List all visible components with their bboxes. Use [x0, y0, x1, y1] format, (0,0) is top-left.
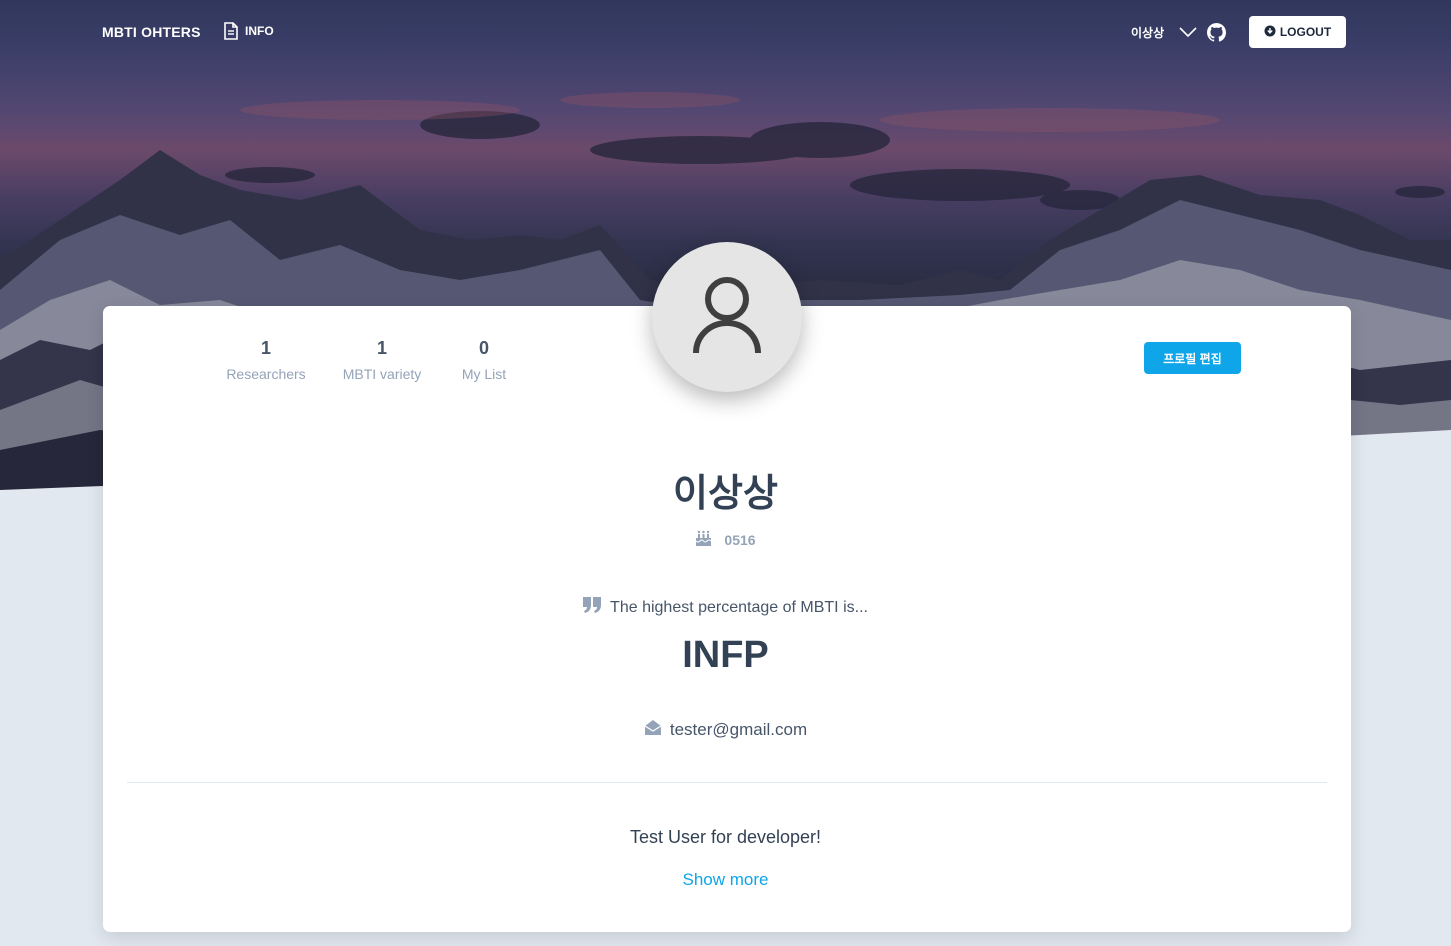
nav-user-name[interactable]: 이상상 — [1131, 24, 1164, 41]
stat-label: My List — [461, 366, 507, 382]
brand-link[interactable]: MBTI OHTERS — [102, 24, 201, 40]
stat-label: Researchers — [226, 366, 306, 382]
stat-label: MBTI variety — [342, 366, 422, 382]
birthday-cake-icon — [695, 530, 712, 550]
mbti-quote-row: The highest percentage of MBTI is... — [0, 597, 1451, 618]
profile-name: 이상상 — [673, 473, 778, 515]
envelope-open-icon — [644, 719, 662, 741]
file-icon — [223, 22, 239, 40]
show-more-row: Show more — [0, 870, 1451, 890]
user-avatar-icon — [691, 275, 763, 360]
birthday-value: 0516 — [724, 532, 756, 548]
edit-profile-button[interactable]: 프로필 편집 — [1144, 342, 1241, 374]
profile-bio: Test User for developer! — [629, 827, 822, 847]
section-divider — [127, 782, 1327, 783]
email-text: tester@gmail.com — [669, 720, 808, 739]
mbti-type: INFP — [682, 634, 769, 676]
stat-value: 1 — [260, 338, 271, 358]
email-row: tester@gmail.com — [0, 719, 1451, 741]
birthday-row: 0516 — [0, 530, 1451, 550]
quote-icon — [583, 597, 602, 618]
mbti-quote-text: The highest percentage of MBTI is... — [610, 598, 868, 616]
nav-info-link[interactable]: INFO — [223, 22, 274, 40]
stat-value: 1 — [376, 338, 387, 358]
logout-button[interactable]: LOGOUT — [1249, 16, 1346, 48]
stat-value: 0 — [478, 338, 489, 358]
stat-researchers: 1 Researchers — [211, 338, 321, 382]
logout-label: LOGOUT — [1279, 25, 1332, 39]
stat-mbti-variety: 1 MBTI variety — [327, 338, 437, 382]
download-circle-icon — [1264, 25, 1276, 40]
nav-info-label: INFO — [245, 24, 274, 38]
chevron-down-icon[interactable] — [1179, 25, 1197, 43]
top-navbar: MBTI OHTERS INFO 이상상 LOGOUT — [0, 0, 1451, 64]
profile-avatar — [652, 242, 802, 392]
stat-my-list: 0 My List — [429, 338, 539, 382]
github-icon[interactable] — [1207, 23, 1227, 47]
show-more-link[interactable]: Show more — [683, 870, 769, 889]
